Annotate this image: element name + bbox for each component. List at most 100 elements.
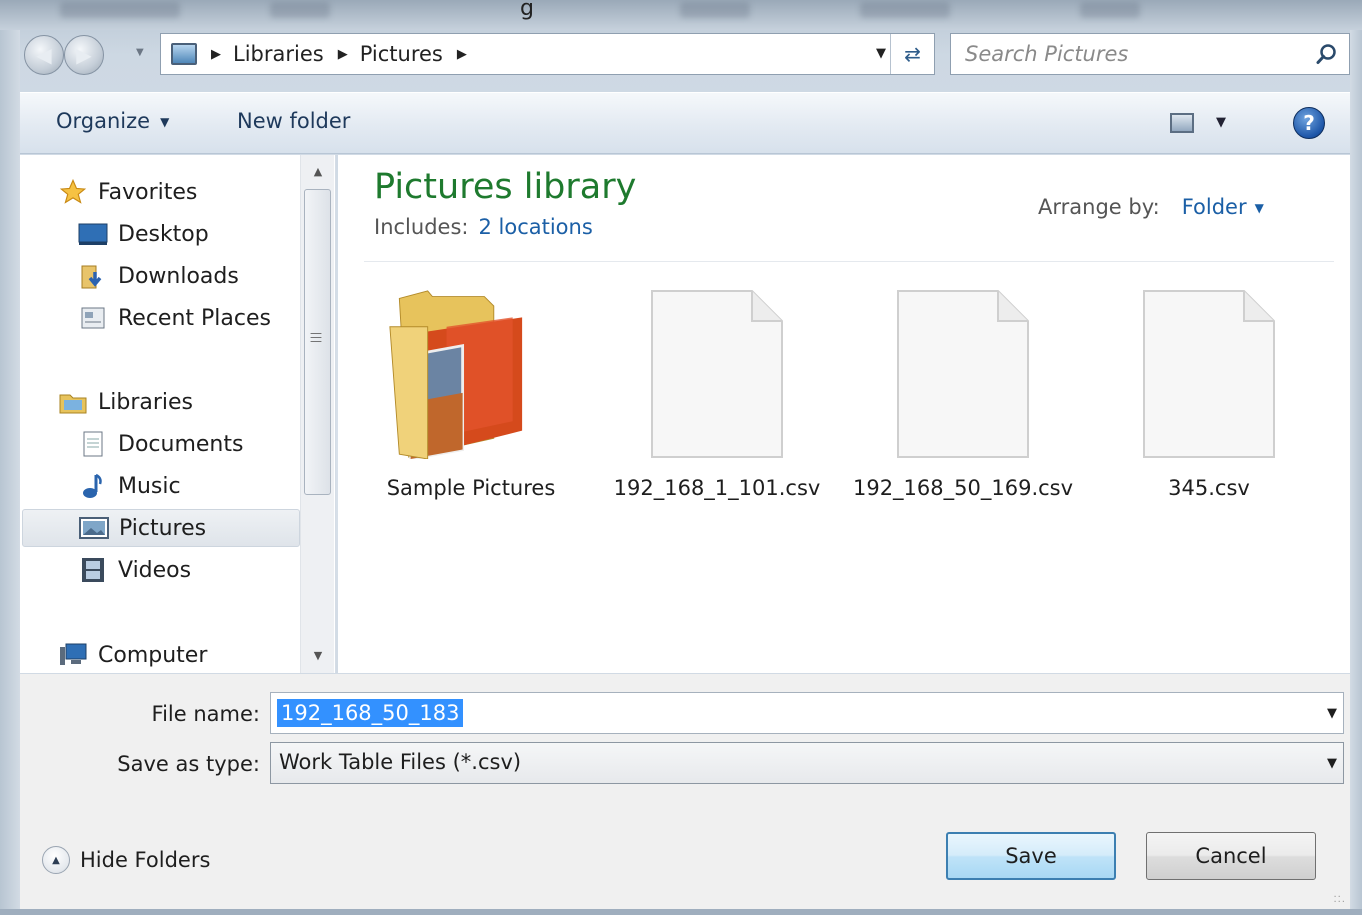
save-as-type-value: Work Table Files (*.csv) [279,750,522,774]
view-options-dropdown[interactable]: ▼ [1216,115,1226,130]
nav-item-downloads[interactable]: Downloads [78,257,239,295]
includes-label: Includes: [374,215,469,239]
refresh-icon: ⇄ [904,42,921,66]
breadcrumb-pictures[interactable]: Pictures [360,42,443,66]
save-button[interactable]: Save [946,832,1116,880]
forward-arrow-icon: ▶ [76,43,92,67]
downloads-icon [78,262,108,290]
new-folder-button[interactable]: New folder [237,109,350,133]
breadcrumb-separator-icon[interactable]: ▶ [457,47,467,62]
file-item-label: Sample Pictures [386,476,556,500]
picture-folder-icon [389,290,523,459]
save-options-panel: File name: 192_168_50_183 ▼ Save as type… [20,674,1350,909]
library-includes: Includes: 2 locations [374,215,593,239]
videos-icon [78,556,108,584]
nav-computer[interactable]: Computer [58,636,207,673]
window-border-bottom [0,909,1362,915]
scroll-grip-icon: — — — [310,326,322,348]
search-icon[interactable] [1315,42,1339,66]
file-list-pane: Pictures library Includes: 2 locations Ar… [338,155,1350,673]
nav-libraries[interactable]: Libraries [58,383,193,421]
nav-item-music[interactable]: Music [78,467,181,505]
forward-button[interactable]: ▶ [64,35,104,75]
pictures-icon [79,514,109,542]
nav-scrollbar[interactable]: ▲ — — — ▼ [300,155,334,673]
chevron-up-icon: ▲ [42,846,70,874]
desktop-icon [78,220,108,248]
file-item-label: 345.csv [1168,476,1250,500]
nav-item-label: Recent Places [118,305,271,331]
nav-favorites-label: Favorites [98,179,198,205]
back-button[interactable]: ◀ [24,35,64,75]
chevron-down-icon[interactable]: ▼ [1255,201,1264,215]
chevron-down-icon[interactable]: ▼ [1327,706,1337,721]
hide-folders-button[interactable]: ▲ Hide Folders [42,846,210,874]
nav-favorites[interactable]: Favorites [58,173,197,211]
scroll-up-arrow-icon[interactable]: ▲ [301,157,335,185]
file-name-label: File name: [151,702,260,726]
view-icon[interactable] [1170,113,1194,133]
chevron-down-icon[interactable]: ▼ [1327,756,1337,771]
save-as-type-select[interactable]: Work Table Files (*.csv) ▼ [270,742,1344,784]
document-icon [651,290,783,458]
document-icon [897,290,1029,458]
library-folder-icon [58,388,88,416]
divider [364,261,1334,262]
star-icon [58,178,88,206]
search-input[interactable] [965,42,1305,66]
window-title: g [520,0,534,21]
nav-item-label: Pictures [119,515,207,541]
address-bar[interactable]: ▶ Libraries ▶ Pictures ▶ ▼ ⇄ [160,33,935,75]
blurred-background [60,2,180,18]
nav-item-label: Downloads [118,263,239,289]
breadcrumb-libraries[interactable]: Libraries [233,42,324,66]
file-name-combobox[interactable]: 192_168_50_183 ▼ [270,692,1344,734]
locations-link[interactable]: 2 locations [478,215,592,239]
nav-item-recent-places[interactable]: Recent Places [78,299,271,337]
blurred-background [1080,2,1140,18]
refresh-button[interactable]: ⇄ [890,34,934,74]
search-box[interactable] [950,33,1350,75]
hide-folders-label: Hide Folders [80,848,211,872]
window-title-bar: g [0,0,1362,30]
resize-grip-icon[interactable]: ·· ··· [1333,893,1346,908]
breadcrumb-separator-icon[interactable]: ▶ [211,47,221,62]
chevron-down-icon: ▼ [160,115,170,129]
file-item-label: 192_168_50_169.csv [852,476,1074,500]
nav-item-videos[interactable]: Videos [78,551,191,589]
nav-item-label: Videos [118,557,192,583]
nav-computer-label: Computer [98,642,208,668]
file-item-label: 192_168_1_101.csv [613,476,821,500]
library-icon [171,43,197,65]
scroll-down-arrow-icon[interactable]: ▼ [301,641,335,669]
breadcrumb-separator-icon[interactable]: ▶ [338,47,348,62]
arrange-by-dropdown[interactable]: Folder [1182,195,1247,219]
recent-places-icon [78,304,108,332]
nav-libraries-label: Libraries [98,389,194,415]
file-name-input[interactable]: 192_168_50_183 [277,699,464,727]
window-border-right [1350,30,1362,915]
document-icon [1143,290,1275,458]
nav-item-label: Documents [118,431,244,457]
recent-pages-dropdown[interactable]: ▼ [136,47,144,58]
nav-item-label: Music [118,473,181,499]
nav-item-desktop[interactable]: Desktop [78,215,209,253]
cancel-button[interactable]: Cancel [1146,832,1316,880]
nav-item-pictures[interactable]: Pictures [22,509,300,547]
nav-item-label: Desktop [118,221,209,247]
music-icon [78,472,108,500]
blurred-background [680,2,750,18]
library-title: Pictures library [374,167,637,207]
save-as-type-label: Save as type: [117,752,260,776]
organize-menu-button[interactable]: Organize ▼ [56,109,169,133]
back-arrow-icon: ◀ [36,43,52,67]
organize-label: Organize [56,109,151,133]
computer-icon [58,641,88,669]
help-icon[interactable]: ? [1293,107,1325,139]
navigation-pane: Favorites Desktop Downloads Recent Place… [20,155,336,673]
blurred-background [860,2,950,18]
nav-item-documents[interactable]: Documents [78,425,243,463]
arrange-by: Arrange by: Folder ▼ [1038,195,1264,219]
address-dropdown-icon[interactable]: ▼ [876,46,886,61]
arrange-by-label: Arrange by: [1038,195,1160,219]
